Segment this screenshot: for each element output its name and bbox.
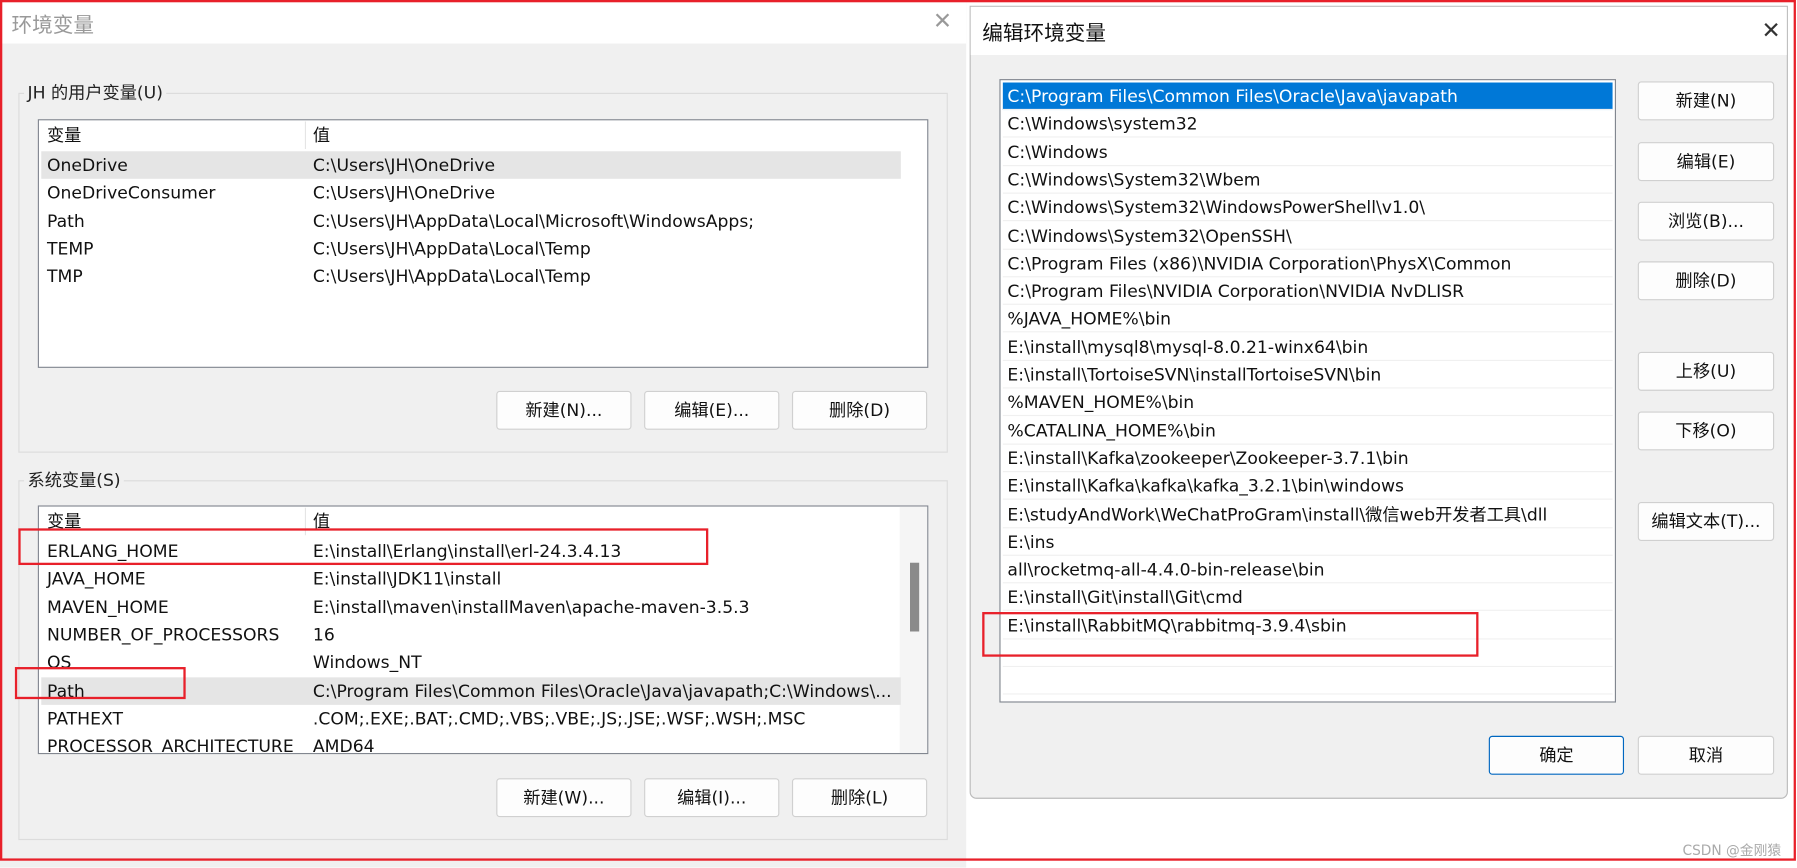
annotation-erlang-home (18, 528, 709, 566)
annotation-outline (0, 0, 1796, 861)
annotation-rabbitmq (982, 612, 1479, 657)
annotation-path (14, 667, 186, 700)
